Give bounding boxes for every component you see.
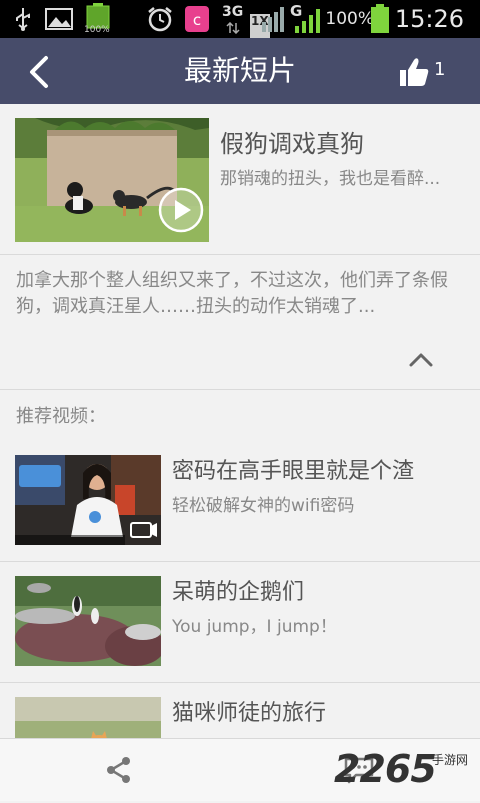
signal-gray-icon — [262, 7, 284, 32]
watermark-suffix: 手游网 — [432, 753, 469, 767]
usb-icon — [16, 8, 30, 31]
collapse-chevron-up-icon[interactable] — [408, 350, 434, 368]
app-notification-icon: c — [185, 6, 209, 32]
penguins-thumbnail-image — [15, 576, 161, 666]
featured-video-thumbnail[interactable] — [15, 118, 209, 242]
recommended-video-title: 密码在高手眼里就是个渣 — [172, 459, 415, 484]
site-watermark: 2265 手游网 — [332, 744, 480, 800]
data-arrows-icon — [226, 22, 240, 34]
featured-video-subtitle: 那销魂的扭头，我也是看醉... — [220, 169, 441, 189]
wifi-video-thumbnail-image — [15, 455, 161, 545]
svg-text:c: c — [193, 11, 201, 29]
thumbs-up-icon[interactable] — [396, 54, 432, 90]
battery-percent: 100% — [325, 9, 374, 29]
recommended-video-subtitle: You jump，I jump！ — [172, 617, 337, 637]
clock: 15:26 — [394, 5, 464, 33]
recommended-video-item[interactable]: 呆萌的企鹅们 You jump，I jump！ — [0, 562, 480, 682]
header-bar: 最新短片 1 — [0, 38, 480, 104]
recommended-video-title: 呆萌的企鹅们 — [172, 580, 305, 605]
featured-video[interactable]: 假狗调戏真狗 那销魂的扭头，我也是看醉... — [0, 104, 480, 255]
watermark-number: 2265 — [334, 747, 437, 791]
alarm-icon — [148, 7, 172, 32]
featured-video-title: 假狗调戏真狗 — [220, 130, 364, 158]
recommended-video-item[interactable]: 密码在高手眼里就是个渣 轻松破解女神的wifi密码 — [0, 441, 480, 561]
status-bar: 100% c 3G 1X G 100% 15:26 — [0, 0, 480, 40]
share-icon[interactable] — [104, 755, 134, 785]
recommended-video-thumbnail — [15, 455, 161, 545]
image-icon — [45, 8, 73, 30]
battery-icon — [371, 4, 389, 33]
video-description: 加拿大那个整人组织又来了，不过这次，他们弄了条假狗，调戏真汪星人……扭头的动作太… — [16, 270, 448, 317]
recommended-video-thumbnail — [15, 576, 161, 666]
recommended-heading: 推荐视频： — [16, 406, 106, 427]
recommended-video-subtitle: 轻松破解女神的wifi密码 — [172, 496, 355, 516]
dogs-thumbnail-image — [15, 118, 209, 242]
divider — [0, 389, 480, 390]
recommended-video-title: 猫咪师徒的旅行 — [172, 701, 327, 726]
signal-strength-icon — [295, 9, 320, 33]
like-count: 1 — [434, 59, 446, 80]
